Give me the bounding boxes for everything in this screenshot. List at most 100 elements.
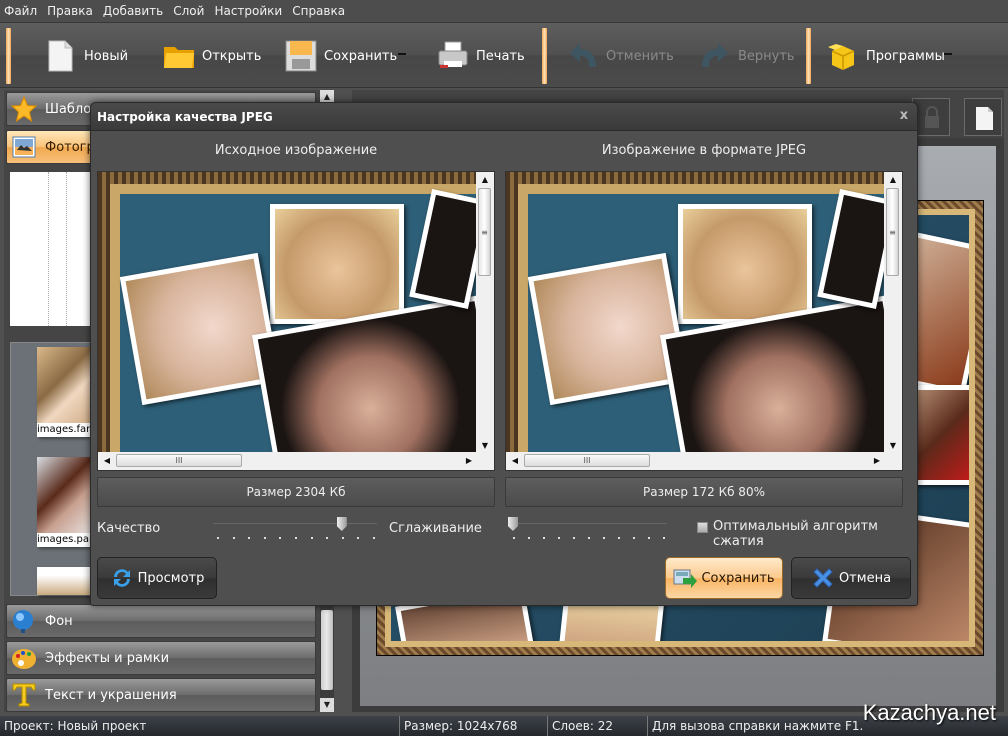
slider-tick xyxy=(248,537,251,539)
slider-tick xyxy=(279,537,282,539)
close-x-icon xyxy=(811,566,835,590)
source-size-label: Размер 2304 Кб xyxy=(97,477,495,507)
dialog-title: Настройка качества JPEG xyxy=(91,103,917,131)
palette-icon xyxy=(11,645,37,671)
scroll-left-arrow[interactable]: ◀ xyxy=(509,455,521,467)
scroll-right-arrow[interactable]: ▶ xyxy=(871,455,883,467)
slider-tick xyxy=(663,537,665,539)
photo-drop-area[interactable] xyxy=(10,172,100,326)
new-button[interactable]: Новый xyxy=(44,29,128,83)
slider-tick xyxy=(326,537,329,539)
slider-tick xyxy=(357,537,360,539)
open-button[interactable]: Открыть xyxy=(162,29,261,83)
photo-thumbnail-list: images.fan images.par xyxy=(10,342,101,596)
sidebar-item-text[interactable]: Текст и украшения xyxy=(6,678,316,712)
scrollbar-thumb[interactable] xyxy=(321,610,333,690)
source-image-title: Исходное изображение xyxy=(214,143,378,158)
source-horizontal-scrollbar[interactable]: ◀ III ▶ xyxy=(98,452,478,470)
slider-thumb[interactable] xyxy=(508,517,518,531)
sidebar-item-effects[interactable]: Эффекты и рамки xyxy=(6,641,316,675)
redo-button[interactable]: Вернуть xyxy=(698,29,795,83)
print-button[interactable]: Печать xyxy=(436,29,525,83)
quality-slider[interactable] xyxy=(213,517,377,541)
scrollbar-thumb[interactable]: III xyxy=(116,454,242,467)
slider-tick xyxy=(543,537,545,539)
dialog-title-text: Настройка качества JPEG xyxy=(97,110,273,124)
cancel-button[interactable]: Отмена xyxy=(791,557,911,599)
preview-button[interactable]: Просмотр xyxy=(97,557,217,599)
scroll-down-arrow[interactable]: ▼ xyxy=(887,440,899,452)
scroll-down-arrow[interactable]: ▼ xyxy=(320,698,334,712)
scroll-left-arrow[interactable]: ◀ xyxy=(101,455,113,467)
star-icon xyxy=(10,95,38,123)
menu-layer[interactable]: Слой xyxy=(173,4,204,18)
menu-help[interactable]: Справка xyxy=(292,4,345,18)
scroll-up-arrow[interactable]: ▲ xyxy=(479,174,491,186)
undo-button-label: Отменить xyxy=(606,48,674,64)
scrollbar-thumb[interactable]: ≡ xyxy=(886,188,899,276)
optimal-compression-checkbox[interactable] xyxy=(697,522,708,533)
menu-settings[interactable]: Настройки xyxy=(214,4,282,18)
smoothing-label: Сглаживание xyxy=(389,521,482,536)
save-button[interactable]: Сохранить xyxy=(665,557,783,599)
sidebar-item-label: Фон xyxy=(45,613,73,629)
redo-button-label: Вернуть xyxy=(738,48,795,64)
close-icon[interactable]: x xyxy=(897,109,911,123)
jpeg-image xyxy=(506,172,886,454)
source-vertical-scrollbar[interactable]: ▲ ≡ ▼ xyxy=(476,172,494,454)
new-page-button[interactable] xyxy=(964,98,1002,136)
menu-file[interactable]: Файл xyxy=(4,4,37,18)
slider-tick xyxy=(633,537,635,539)
slider-tick xyxy=(295,537,297,539)
toolbar-separator xyxy=(542,28,547,84)
slider-tick xyxy=(603,537,605,539)
floppy-disk-icon xyxy=(284,39,318,73)
status-project: Проект: Новый проект xyxy=(0,716,400,736)
sidebar-item-background[interactable]: Фон xyxy=(6,604,316,638)
save-toolbar-label: Сохранить xyxy=(324,48,398,64)
scroll-down-arrow[interactable]: ▼ xyxy=(479,440,491,452)
undo-button[interactable]: Отменить xyxy=(566,29,674,83)
optimal-compression-label: Оптимальный алгоритм сжатия xyxy=(713,519,878,549)
slider-tick xyxy=(263,537,266,539)
globe-icon xyxy=(11,608,37,634)
statusbar: Проект: Новый проект Размер: 1024x768 Сл… xyxy=(0,716,1008,736)
slider-tick xyxy=(648,537,650,539)
slider-tick xyxy=(513,537,515,539)
print-button-label: Печать xyxy=(476,48,525,64)
quality-label: Качество xyxy=(97,521,161,536)
jpeg-quality-dialog: Настройка качества JPEG x Исходное изобр… xyxy=(90,102,918,606)
programs-button-label: Программы xyxy=(866,48,945,64)
new-document-icon xyxy=(44,39,78,73)
scroll-up-arrow[interactable]: ▲ xyxy=(887,174,899,186)
scroll-right-arrow[interactable]: ▶ xyxy=(463,455,475,467)
box-icon xyxy=(826,39,860,73)
source-image xyxy=(98,172,478,454)
toolbar: Новый Открыть Сохранить Печать Отменить … xyxy=(0,22,1008,88)
toolbar-separator xyxy=(806,28,811,84)
redo-arrow-icon xyxy=(698,39,732,73)
lock-icon xyxy=(925,106,939,128)
preview-button-label: Просмотр xyxy=(137,570,205,586)
jpeg-image-preview[interactable]: ▲ ≡ ▼ ◀ III ▶ xyxy=(505,171,903,471)
menu-add[interactable]: Добавить xyxy=(103,4,163,18)
slider-tick xyxy=(618,537,620,539)
status-size: Размер: 1024x768 xyxy=(400,716,548,736)
app-window: Файл Правка Добавить Слой Настройки Спра… xyxy=(0,0,1008,736)
smoothing-slider[interactable] xyxy=(508,517,667,541)
slider-tick xyxy=(341,537,344,539)
scrollbar-thumb[interactable]: III xyxy=(524,454,650,467)
save-toolbar-button[interactable]: Сохранить xyxy=(284,29,397,83)
save-dropdown-arrow[interactable] xyxy=(398,53,406,55)
status-layers: Слоев: 22 xyxy=(548,716,648,736)
jpeg-horizontal-scrollbar[interactable]: ◀ III ▶ xyxy=(506,452,886,470)
source-image-preview[interactable]: ▲ ≡ ▼ ◀ III ▶ xyxy=(97,171,495,471)
slider-thumb[interactable] xyxy=(336,517,347,531)
menubar: Файл Правка Добавить Слой Настройки Спра… xyxy=(0,0,1008,22)
programs-dropdown-arrow[interactable] xyxy=(944,53,952,55)
slider-tick xyxy=(573,537,575,539)
jpeg-vertical-scrollbar[interactable]: ▲ ≡ ▼ xyxy=(884,172,902,454)
menu-edit[interactable]: Правка xyxy=(47,4,93,18)
scrollbar-thumb[interactable]: ≡ xyxy=(478,188,491,276)
programs-button[interactable]: Программы xyxy=(826,29,945,83)
